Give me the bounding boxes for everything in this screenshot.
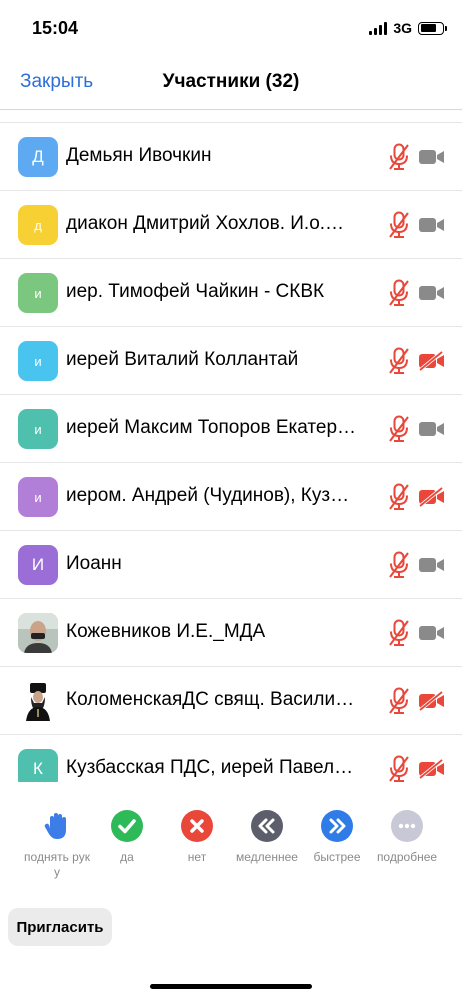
- reaction-label: нет: [187, 850, 207, 864]
- video-off-icon: [418, 758, 445, 780]
- reactions-bar: поднять руку да нет медленнее быстрее по…: [0, 810, 462, 890]
- x-icon: [181, 810, 213, 842]
- invite-button[interactable]: Пригласить: [8, 908, 112, 946]
- rewind-icon: [251, 810, 283, 842]
- reaction-check-button[interactable]: да: [92, 810, 162, 865]
- video-off-icon: [418, 350, 445, 372]
- participant-row[interactable]: и иером. Андрей (Чудинов), Куз…: [0, 463, 462, 531]
- fast-forward-icon: [321, 810, 353, 842]
- mic-muted-icon: [388, 143, 410, 171]
- video-icon: [418, 623, 445, 643]
- video-icon: [418, 555, 445, 575]
- mic-muted-icon: [388, 483, 410, 511]
- mic-muted-icon: [388, 755, 410, 782]
- reaction-label: медленнее: [236, 850, 298, 864]
- avatar: И: [18, 545, 58, 585]
- participant-name: Иоанн: [66, 553, 122, 574]
- more-icon: [391, 810, 423, 842]
- video-icon: [418, 147, 445, 167]
- mic-muted-icon: [388, 687, 410, 715]
- status-bar: 15:04 3G: [0, 0, 462, 56]
- participant-row[interactable]: И Иоанн: [0, 531, 462, 599]
- participant-row[interactable]: К Кузбасская ПДС, иерей Павел…: [0, 735, 462, 782]
- participant-name: диакон Дмитрий Хохлов. И.о.…: [66, 213, 345, 234]
- participant-list[interactable]: Д Демьян Ивочкин д диакон Дмитрий Хохлов. …: [0, 122, 462, 782]
- nav-bar: Закрыть Участники (32): [0, 56, 462, 110]
- signal-icon: [369, 21, 388, 35]
- reaction-label: быстрее: [313, 850, 361, 864]
- participant-name: иер. Тимофей Чайкин - СКВК: [66, 281, 325, 302]
- participant-row[interactable]: и иерей Максим Топоров Екатер…: [0, 395, 462, 463]
- video-off-icon: [418, 690, 445, 712]
- avatar: [18, 681, 58, 721]
- reaction-label: поднять руку: [24, 850, 90, 879]
- avatar: и: [18, 273, 58, 313]
- participant-name: Кузбасская ПДС, иерей Павел…: [66, 757, 354, 778]
- participant-row[interactable]: Д Демьян Ивочкин: [0, 123, 462, 191]
- participant-name: иером. Андрей (Чудинов), Куз…: [66, 485, 350, 506]
- reaction-label: подробнее: [376, 850, 438, 864]
- network-type: 3G: [393, 20, 412, 36]
- avatar: и: [18, 341, 58, 381]
- raise-hand-icon: [41, 810, 73, 842]
- reaction-label: да: [120, 850, 134, 864]
- participant-row[interactable]: и иер. Тимофей Чайкин - СКВК: [0, 259, 462, 327]
- avatar: и: [18, 409, 58, 449]
- participant-row[interactable]: Кожевников И.Е._МДА: [0, 599, 462, 667]
- avatar: Д: [18, 137, 58, 177]
- participant-name: КоломенскаяДС свящ. Васили…: [66, 689, 355, 710]
- avatar: К: [18, 749, 58, 782]
- video-off-icon: [418, 486, 445, 508]
- participant-name: Демьян Ивочкин: [66, 145, 212, 166]
- reaction-raise-hand-button[interactable]: поднять руку: [22, 810, 92, 880]
- mic-muted-icon: [388, 551, 410, 579]
- reaction-rewind-button[interactable]: медленнее: [232, 810, 302, 865]
- mic-muted-icon: [388, 415, 410, 443]
- status-indicators: 3G: [369, 20, 447, 36]
- participant-name: иерей Максим Топоров Екатер…: [66, 417, 357, 438]
- page-title: Участники (32): [162, 71, 300, 92]
- mic-muted-icon: [388, 347, 410, 375]
- participant-name: иерей Виталий Коллантай: [66, 349, 299, 370]
- avatar: и: [18, 477, 58, 517]
- mic-muted-icon: [388, 211, 410, 239]
- avatar: [18, 613, 58, 653]
- status-time: 15:04: [32, 18, 79, 38]
- participant-row[interactable]: и иерей Виталий Коллантай: [0, 327, 462, 395]
- video-icon: [418, 215, 445, 235]
- check-icon: [111, 810, 143, 842]
- video-icon: [418, 283, 445, 303]
- avatar: д: [18, 205, 58, 245]
- participant-row[interactable]: д диакон Дмитрий Хохлов. И.о.…: [0, 191, 462, 259]
- mic-muted-icon: [388, 279, 410, 307]
- reaction-more-button[interactable]: подробнее: [372, 810, 442, 865]
- battery-icon: [418, 21, 447, 35]
- participant-row[interactable]: КоломенскаяДС свящ. Васили…: [0, 667, 462, 735]
- reaction-x-button[interactable]: нет: [162, 810, 232, 865]
- mic-muted-icon: [388, 619, 410, 647]
- home-indicator: [150, 984, 312, 989]
- participant-name: Кожевников И.Е._МДА: [66, 621, 266, 642]
- reaction-fast-forward-button[interactable]: быстрее: [302, 810, 372, 865]
- video-icon: [418, 419, 445, 439]
